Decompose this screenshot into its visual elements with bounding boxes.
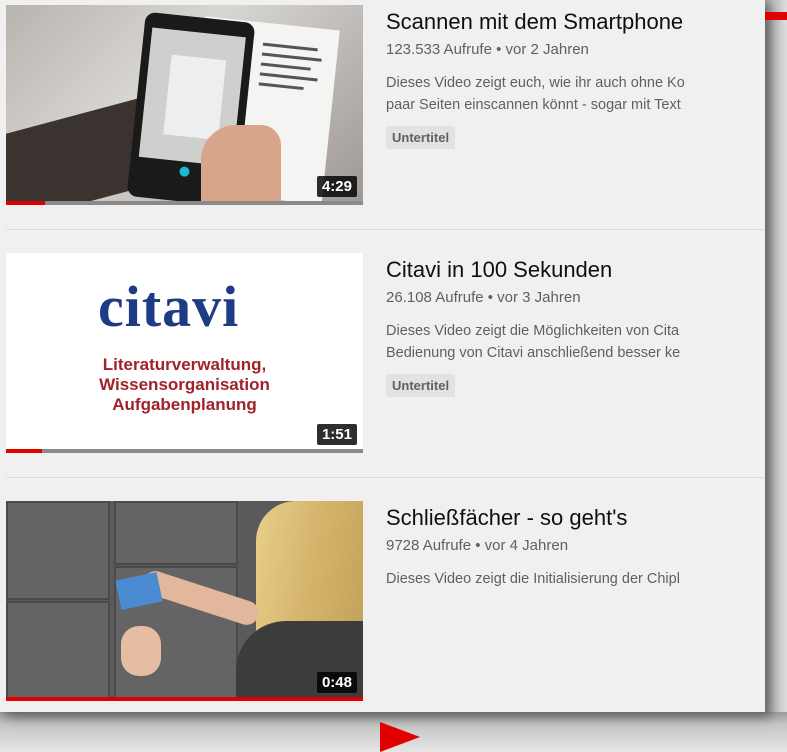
watch-progress-bar — [6, 697, 363, 701]
watch-progress-track — [6, 201, 363, 205]
video-description: Dieses Video zeigt euch, wie ihr auch oh… — [386, 75, 685, 113]
video-info: Citavi in 100 Sekunden 26.108 Aufrufe • … — [386, 256, 765, 397]
duration-badge: 4:29 — [316, 176, 357, 197]
watch-progress-bar — [6, 449, 42, 453]
red-arrow-marker — [380, 722, 420, 752]
hand — [201, 125, 281, 205]
divider — [6, 477, 765, 478]
video-info: Schließfächer - so geht's 9728 Aufrufe •… — [386, 504, 765, 590]
video-title[interactable]: Schließfächer - so geht's — [386, 504, 765, 532]
video-title[interactable]: Citavi in 100 Sekunden — [386, 256, 765, 284]
video-thumbnail-citavi[interactable]: citavi Literaturverwaltung, Wissensorgan… — [6, 253, 363, 453]
subtitle-badge: Untertitel — [386, 126, 456, 149]
video-info: Scannen mit dem Smartphone 123.533 Aufru… — [386, 8, 765, 149]
video-meta: 9728 Aufrufe • vor 4 Jahren — [386, 537, 569, 554]
duration-badge: 0:48 — [316, 672, 357, 693]
video-description: Dieses Video zeigt die Möglichkeiten von… — [386, 323, 681, 361]
video-thumbnail-schliessfaecher[interactable]: 0:48 — [6, 501, 363, 701]
subtitle-badge: Untertitel — [386, 374, 456, 397]
video-title[interactable]: Scannen mit dem Smartphone — [386, 8, 765, 36]
watch-progress-track — [6, 697, 363, 701]
video-description: Dieses Video zeigt die Initialisierung d… — [386, 571, 680, 587]
video-meta: 123.533 Aufrufe • vor 2 Jahren — [386, 41, 589, 58]
watch-progress-bar — [6, 201, 46, 205]
video-thumbnail-scannen[interactable]: 4:29 — [6, 5, 363, 205]
watch-progress-track — [6, 449, 363, 453]
video-meta: 26.108 Aufrufe • vor 3 Jahren — [386, 289, 581, 306]
duration-badge: 1:51 — [316, 424, 357, 445]
citavi-logo: citavi — [98, 274, 240, 339]
red-marker-top — [765, 12, 787, 20]
video-list-panel: 4:29 Scannen mit dem Smartphone 123.533 … — [0, 0, 765, 712]
panel-shadow-right — [765, 0, 787, 752]
divider — [6, 229, 765, 230]
